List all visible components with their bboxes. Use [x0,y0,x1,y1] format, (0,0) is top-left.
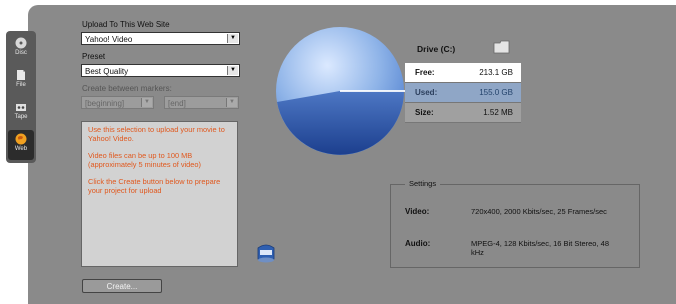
settings-caption: Settings [405,179,441,188]
used-label: Used: [415,88,438,97]
drive-label: Drive (C:) [417,44,456,54]
tab-disc-label: Disc [15,50,27,56]
preset-value: Best Quality [85,67,129,76]
upload-site-select[interactable]: Yahoo! Video ▼ [81,32,240,45]
tab-file-label: File [16,82,26,88]
tab-file[interactable]: File [8,66,34,96]
file-icon [17,70,25,80]
pie-leader-line [340,90,406,92]
upload-site-value: Yahoo! Video [85,35,133,44]
info-paragraph-3: Click the Create button below to prepare… [88,177,221,195]
marker-end-select[interactable]: [end] ▼ [164,96,239,109]
size-value: 1.52 MB [483,108,513,117]
chevron-down-icon[interactable]: ▼ [141,98,152,107]
marker-start-value: [beginning] [85,99,125,108]
video-value: 720x400, 2000 Kbits/sec, 25 Frames/sec [471,207,607,216]
size-label: Size: [415,108,434,117]
used-value: 155.0 GB [479,88,513,97]
free-value: 213.1 GB [479,68,513,77]
free-row: Free: 213.1 GB [405,63,521,83]
free-label: Free: [415,68,435,77]
web-upload-icon [257,244,275,263]
chevron-down-icon[interactable]: ▼ [226,98,237,107]
tab-web[interactable]: Web [8,130,34,160]
tab-tape[interactable]: Tape [8,98,34,128]
disc-icon [15,37,27,49]
marker-start-select[interactable]: [beginning] ▼ [81,96,154,109]
folder-icon[interactable] [493,40,511,54]
upload-site-label: Upload To This Web Site [82,20,170,29]
used-row: Used: 155.0 GB [405,83,521,103]
pie-used-slice [277,91,404,155]
create-button[interactable]: Create... [82,279,162,293]
info-paragraph-2: Video files can be up to 100 MB (approxi… [88,151,201,169]
preset-select[interactable]: Best Quality ▼ [81,64,240,77]
settings-group: Settings Video: 720x400, 2000 Kbits/sec,… [390,179,640,268]
tab-disc[interactable]: Disc [8,34,34,64]
info-paragraph-1: Use this selection to upload your movie … [88,125,225,143]
tab-tape-label: Tape [14,114,28,120]
video-label: Video: [405,207,430,216]
preset-label: Preset [82,52,106,61]
audio-label: Audio: [405,239,431,248]
globe-icon [15,133,27,145]
app-window: Disc File Tape Web Upload To This Web Si… [0,0,676,304]
drive-stats-table: Free: 213.1 GB Used: 155.0 GB Size: 1.52… [405,63,521,123]
info-text-box: Use this selection to upload your movie … [81,121,238,267]
marker-end-value: [end] [168,99,186,108]
markers-label: Create between markers: [82,84,172,93]
audio-value: MPEG-4, 128 Kbits/sec, 16 Bit Stereo, 48… [471,239,609,257]
size-row: Size: 1.52 MB [405,103,521,123]
chevron-down-icon[interactable]: ▼ [227,66,238,75]
chevron-down-icon[interactable]: ▼ [227,34,238,43]
tape-icon [16,104,26,111]
output-type-tabs: Disc File Tape Web [6,31,36,163]
tab-web-label: Web [14,146,28,152]
